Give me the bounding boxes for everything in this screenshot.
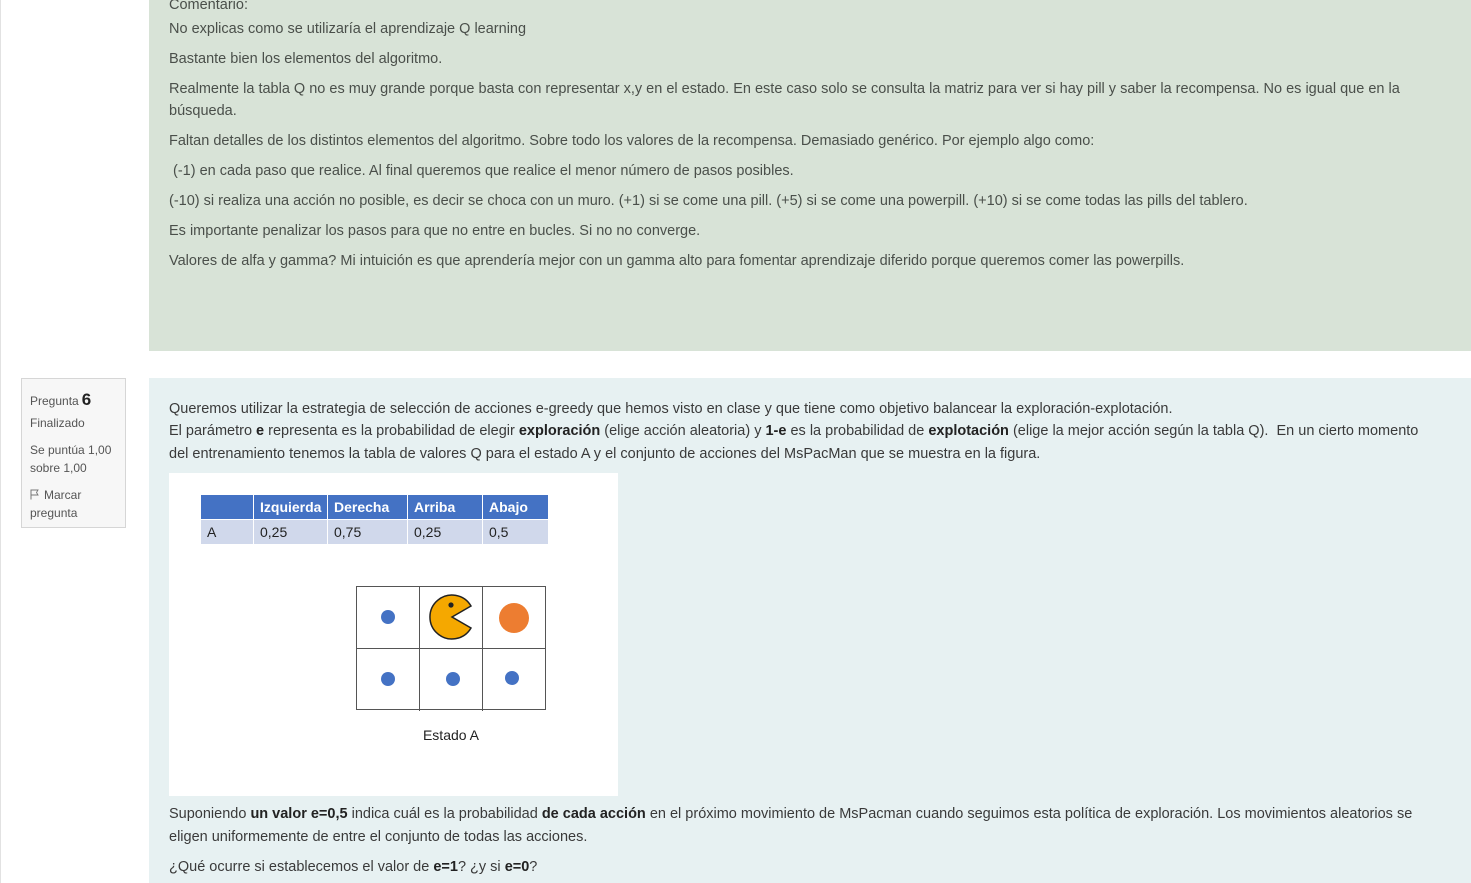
question-intro-line: del entrenamiento tenemos la tabla de va… bbox=[169, 446, 1041, 462]
text-span: ¿Qué ocurre si establecemos el valor de bbox=[169, 859, 434, 875]
text-span: Suponiendo bbox=[169, 806, 251, 822]
text-span: (elige acción aleatoria) y bbox=[600, 423, 766, 439]
table-header-cell bbox=[200, 494, 254, 520]
text-span: indica cuál es la probabilidad bbox=[347, 806, 542, 822]
question-info-box: Pregunta 6 Finalizado Se puntúa 1,00 sobr… bbox=[21, 378, 126, 528]
table-row: A 0,25 0,75 0,25 0,5 bbox=[200, 519, 549, 545]
feedback-line: (-10) si realiza una acción no posible, … bbox=[169, 193, 1248, 209]
feedback-line: Es importante penalizar los pasos para q… bbox=[169, 223, 701, 239]
feedback-line: Bastante bien los elementos del algoritm… bbox=[169, 51, 443, 67]
text-span: (elige la mejor acción según la tabla Q)… bbox=[1008, 423, 1419, 439]
grid-cell bbox=[483, 649, 546, 711]
question-intro-line: Queremos utilizar la estrategia de selec… bbox=[169, 401, 1173, 417]
bold-span: e=1 bbox=[433, 859, 458, 875]
grid-cell bbox=[357, 587, 420, 649]
question-number-label: Pregunta 6 bbox=[30, 390, 91, 410]
feedback-line: Valores de alfa y gamma? Mi intuición es… bbox=[169, 253, 1185, 269]
text-span: ? ¿y si bbox=[457, 859, 505, 875]
question-label-text: Pregunta bbox=[30, 394, 79, 408]
table-header-cell: Derecha bbox=[327, 494, 408, 520]
text-span: es la probabilidad de bbox=[786, 423, 929, 439]
pill-dot bbox=[446, 672, 460, 686]
table-header-cell: Arriba bbox=[407, 494, 483, 520]
grid-cell bbox=[420, 587, 483, 649]
pill-dot bbox=[505, 671, 519, 685]
table-cell: 0,5 bbox=[482, 519, 549, 545]
feedback-line: (-1) en cada paso que realice. Al final … bbox=[169, 163, 794, 179]
grid-cell bbox=[483, 587, 546, 649]
grid-cell bbox=[420, 649, 483, 711]
question-state: Finalizado bbox=[30, 416, 85, 430]
flag-icon bbox=[30, 489, 39, 500]
bold-span: exploración bbox=[518, 423, 601, 439]
figure-image: Izquierda Derecha Arriba Abajo A 0,25 0,… bbox=[169, 473, 618, 796]
game-grid-state-a bbox=[356, 586, 546, 711]
table-header-cell: Izquierda bbox=[253, 494, 328, 520]
table-cell: A bbox=[200, 519, 254, 545]
bold-span: e bbox=[256, 423, 265, 439]
table-header-row: Izquierda Derecha Arriba Abajo bbox=[200, 494, 549, 520]
table-cell: 0,25 bbox=[407, 519, 483, 545]
bold-span: un valor e=0,5 bbox=[250, 806, 348, 822]
question-outro-line: ¿Qué ocurre si establecemos el valor de … bbox=[169, 856, 537, 878]
question-outro-line: eligen uniformemente de entre el conjunt… bbox=[169, 829, 588, 845]
question-grade: Se puntúa 1,00 sobre 1,00 bbox=[30, 443, 112, 475]
table-cell: 0,25 bbox=[253, 519, 328, 545]
powerpill-dot bbox=[499, 603, 529, 633]
pacman-icon bbox=[429, 594, 473, 640]
bold-span: explotación bbox=[928, 423, 1009, 439]
comment-label: Comentario: bbox=[169, 0, 248, 13]
grid-cell bbox=[357, 649, 420, 711]
question-intro-line: El parámetro e representa es la probabil… bbox=[169, 420, 1418, 442]
text-span: en el próximo movimiento de MsPacman cua… bbox=[645, 806, 1413, 822]
pill-dot bbox=[381, 610, 395, 624]
question-number: 6 bbox=[81, 390, 92, 409]
feedback-comment-block: Comentario: No explicas como se utilizar… bbox=[149, 0, 1471, 351]
question-content: Queremos utilizar la estrategia de selec… bbox=[149, 378, 1471, 883]
feedback-line: Faltan detalles de los distintos element… bbox=[169, 133, 1095, 149]
feedback-line: búsqueda. bbox=[169, 103, 237, 119]
pill-dot bbox=[381, 672, 395, 686]
text-span: El parámetro bbox=[169, 423, 257, 439]
feedback-line: No explicas como se utilizaría el aprend… bbox=[169, 21, 527, 37]
bold-span: 1-e bbox=[765, 423, 787, 439]
bold-span: de cada acción bbox=[541, 806, 646, 822]
feedback-line: Realmente la tabla Q no es muy grande po… bbox=[169, 81, 1400, 97]
figure-caption: Estado A bbox=[422, 727, 480, 743]
page-left-border bbox=[0, 0, 1, 883]
question-outro-line: Suponiendo un valor e=0,5 indica cuál es… bbox=[169, 803, 1412, 825]
q-values-table: Izquierda Derecha Arriba Abajo A 0,25 0,… bbox=[200, 494, 549, 545]
table-cell: 0,75 bbox=[327, 519, 408, 545]
bold-span: e=0 bbox=[504, 859, 530, 875]
text-span: ? bbox=[529, 859, 538, 875]
text-span: representa es la probabilidad de elegir bbox=[264, 423, 519, 439]
table-header-cell: Abajo bbox=[482, 494, 549, 520]
flag-question-link[interactable]: Marcar pregunta bbox=[30, 486, 120, 522]
